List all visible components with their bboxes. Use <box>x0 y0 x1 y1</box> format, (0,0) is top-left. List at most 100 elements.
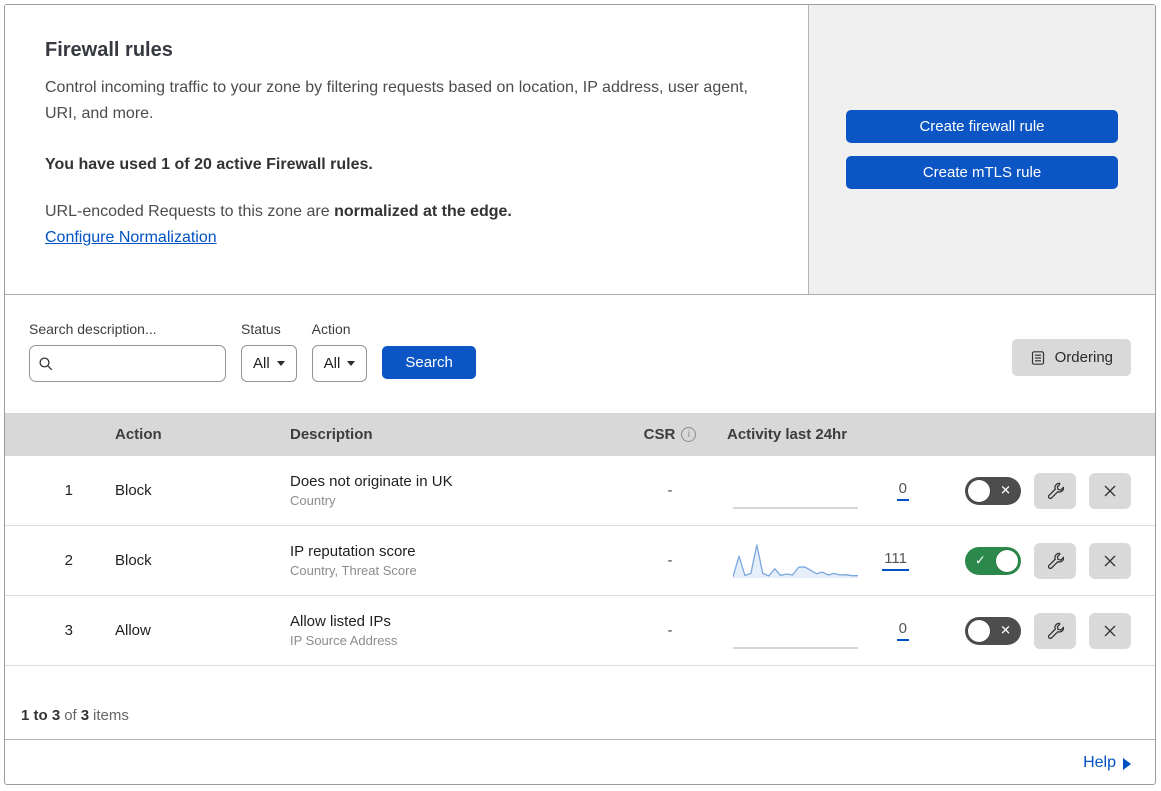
status-select[interactable]: All <box>241 345 297 382</box>
rule-controls: ✕ ✓ <box>965 472 1155 509</box>
csr-column-label: CSR <box>643 426 676 443</box>
normalization-note-bold: normalized at the edge. <box>334 202 512 220</box>
rule-fields: Country, Threat Score <box>290 563 417 578</box>
wrench-icon <box>1047 482 1064 499</box>
activity-count-link[interactable]: 0 <box>896 620 909 641</box>
description-column-header: Description <box>290 426 373 443</box>
create-firewall-rule-button[interactable]: Create firewall rule <box>846 110 1118 143</box>
search-input[interactable] <box>29 345 226 382</box>
usage-summary: You have used 1 of 20 active Firewall ru… <box>45 155 373 173</box>
action-column-header: Action <box>115 426 162 443</box>
rule-description: IP reputation score <box>290 543 416 560</box>
rule-action: Allow <box>115 622 151 639</box>
toggle-off-icon: ✕ <box>1000 622 1011 638</box>
rule-description-cell: IP reputation score Country, Threat Scor… <box>270 543 615 578</box>
close-icon <box>1104 485 1116 496</box>
wrench-icon <box>1047 552 1064 569</box>
activity-sparkline <box>733 506 858 509</box>
header-text-panel: Firewall rules Control incoming traffic … <box>5 5 808 294</box>
edit-rule-button[interactable] <box>1034 472 1076 509</box>
help-link[interactable]: Help <box>1083 754 1131 772</box>
firewall-rules-page: Firewall rules Control incoming traffic … <box>4 4 1156 785</box>
csr-column-header: CSR i <box>615 426 725 443</box>
search-button[interactable]: Search <box>382 346 476 379</box>
help-bar: Help <box>5 740 1155 784</box>
normalization-note-text: URL-encoded Requests to this zone are <box>45 202 335 220</box>
status-field: Status All <box>241 321 297 382</box>
rule-priority: 1 <box>64 482 73 499</box>
search-icon <box>39 356 53 370</box>
ordering-list-icon <box>1031 350 1044 365</box>
ordering-button[interactable]: Ordering <box>1011 339 1131 376</box>
chevron-down-icon <box>347 361 356 366</box>
toggle-knob <box>968 619 990 642</box>
activity-sparkline <box>733 543 858 578</box>
toggle-on-icon: ✓ <box>975 552 986 568</box>
delete-rule-button[interactable] <box>1089 472 1131 509</box>
pagination-of: of <box>64 707 77 724</box>
action-label: Action <box>311 321 351 337</box>
rule-action: Block <box>115 552 152 569</box>
page-description: Control incoming traffic to your zone by… <box>45 79 748 123</box>
chevron-down-icon <box>276 361 285 366</box>
rule-priority: 2 <box>64 552 73 569</box>
rule-description: Does not originate in UK <box>290 473 453 490</box>
search-label: Search description... <box>29 321 157 337</box>
rule-fields: Country <box>290 493 336 508</box>
ordering-button-label: Ordering <box>1054 349 1113 366</box>
table-row: 2 Block IP reputation score Country, Thr… <box>5 526 1155 596</box>
rule-activity-cell: 0 <box>725 472 965 510</box>
delete-rule-button[interactable] <box>1089 612 1131 649</box>
info-icon[interactable]: i <box>681 427 697 442</box>
activity-column-header: Activity last 24hr <box>727 426 848 443</box>
page-title: Firewall rules <box>45 39 173 61</box>
configure-normalization-link[interactable]: Configure Normalization <box>45 229 217 247</box>
rule-csr: - <box>667 482 673 499</box>
table-row: 3 Allow Allow listed IPs IP Source Addre… <box>5 596 1155 666</box>
action-select-value: All <box>323 355 341 372</box>
pagination-items-label: items <box>93 707 129 724</box>
search-input-field[interactable] <box>60 355 217 372</box>
search-field: Search description... <box>29 321 226 382</box>
toggle-knob <box>996 549 1018 572</box>
rule-fields: IP Source Address <box>290 633 398 648</box>
wrench-icon <box>1047 622 1064 639</box>
toggle-knob <box>968 479 990 502</box>
rule-activity-cell: 111 <box>725 542 965 580</box>
activity-count-link[interactable]: 111 <box>882 550 909 571</box>
activity-count-link[interactable]: 0 <box>896 480 909 501</box>
rule-csr: - <box>667 552 673 569</box>
rule-csr: - <box>667 622 673 639</box>
rule-controls: ✕ ✓ <box>965 542 1155 579</box>
toggle-off-icon: ✕ <box>1000 482 1011 498</box>
rule-description: Allow listed IPs <box>290 613 391 630</box>
rule-enabled-toggle[interactable]: ✕ ✓ <box>965 546 1021 575</box>
page-header: Firewall rules Control incoming traffic … <box>5 5 1155 295</box>
header-actions-panel: Create firewall rule Create mTLS rule <box>808 5 1155 294</box>
edit-rule-button[interactable] <box>1034 542 1076 579</box>
action-select[interactable]: All <box>311 345 368 382</box>
table-row: 1 Block Does not originate in UK Country… <box>5 456 1155 526</box>
rule-activity-cell: 0 <box>725 612 965 650</box>
close-icon <box>1104 625 1116 636</box>
rule-description-cell: Allow listed IPs IP Source Address <box>270 613 615 648</box>
pagination: 1 to 3 of 3 items <box>5 666 1155 740</box>
rule-enabled-toggle[interactable]: ✕ ✓ <box>965 616 1021 645</box>
create-mtls-rule-button[interactable]: Create mTLS rule <box>846 156 1118 189</box>
filter-bar: Search description... Status All Action … <box>5 295 1155 413</box>
help-link-label: Help <box>1083 753 1116 771</box>
close-icon <box>1104 555 1116 566</box>
activity-sparkline <box>733 646 858 649</box>
rule-action: Block <box>115 482 152 499</box>
edit-rule-button[interactable] <box>1034 612 1076 649</box>
action-field: Action All <box>311 321 368 382</box>
delete-rule-button[interactable] <box>1089 542 1131 579</box>
rule-enabled-toggle[interactable]: ✕ ✓ <box>965 476 1021 505</box>
status-select-value: All <box>253 355 270 372</box>
arrow-right-icon <box>1123 757 1131 770</box>
rule-priority: 3 <box>64 622 73 639</box>
pagination-range: 1 to 3 <box>21 707 61 724</box>
rule-controls: ✕ ✓ <box>965 612 1155 649</box>
normalization-note: URL-encoded Requests to this zone are no… <box>45 203 768 221</box>
pagination-total: 3 <box>80 707 90 724</box>
